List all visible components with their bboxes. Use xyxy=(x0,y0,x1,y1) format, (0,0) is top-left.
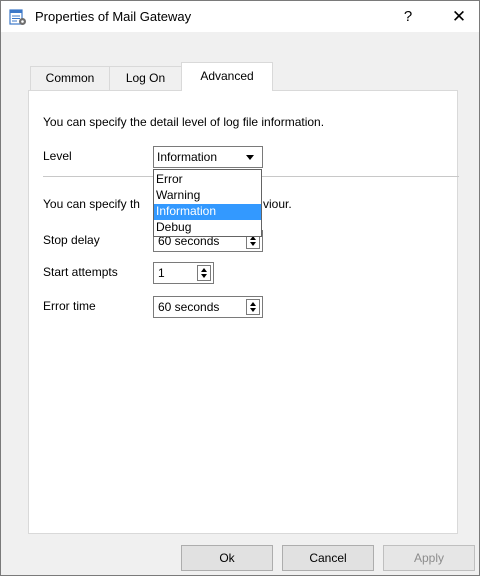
dropdown-option-information[interactable]: Information xyxy=(154,204,261,220)
properties-dialog: Properties of Mail Gateway ? ✕ Common Lo… xyxy=(0,0,480,576)
service-description-start: You can specify th xyxy=(43,197,140,211)
level-value: Information xyxy=(157,150,218,164)
log-description: You can specify the detail level of log … xyxy=(43,115,325,129)
tab-advanced[interactable]: Advanced xyxy=(181,62,273,91)
start-attempts-label: Start attempts xyxy=(43,265,118,279)
start-attempts-spinner[interactable]: 1 xyxy=(153,262,214,284)
error-time-spinner[interactable]: 60 seconds xyxy=(153,296,263,318)
spinner-arrows-icon[interactable] xyxy=(197,265,211,281)
cancel-button[interactable]: Cancel xyxy=(282,545,374,571)
dropdown-option-warning[interactable]: Warning xyxy=(154,188,261,204)
chevron-down-icon[interactable] xyxy=(246,155,254,160)
dropdown-option-error[interactable]: Error xyxy=(154,172,261,188)
properties-icon xyxy=(9,9,26,25)
close-button[interactable]: ✕ xyxy=(441,4,477,30)
advanced-panel: You can specify the detail level of log … xyxy=(28,90,459,534)
level-combobox[interactable]: Information xyxy=(153,146,263,168)
spinner-arrows-icon[interactable] xyxy=(246,299,260,315)
title-bar: Properties of Mail Gateway ? ✕ xyxy=(1,1,479,32)
window-title: Properties of Mail Gateway xyxy=(35,9,192,24)
level-label: Level xyxy=(43,149,72,163)
tab-common[interactable]: Common xyxy=(30,66,110,90)
start-attempts-value: 1 xyxy=(158,266,165,280)
level-dropdown-list: Error Warning Information Debug xyxy=(153,169,262,237)
stop-delay-label: Stop delay xyxy=(43,233,100,247)
ok-button[interactable]: Ok xyxy=(181,545,273,571)
dropdown-option-debug[interactable]: Debug xyxy=(154,220,261,236)
apply-button[interactable]: Apply xyxy=(383,545,475,571)
help-button[interactable]: ? xyxy=(393,4,423,30)
error-time-value: 60 seconds xyxy=(158,300,220,314)
tab-log-on[interactable]: Log On xyxy=(109,66,182,90)
service-description-end: viour. xyxy=(263,197,292,211)
error-time-label: Error time xyxy=(43,299,96,313)
